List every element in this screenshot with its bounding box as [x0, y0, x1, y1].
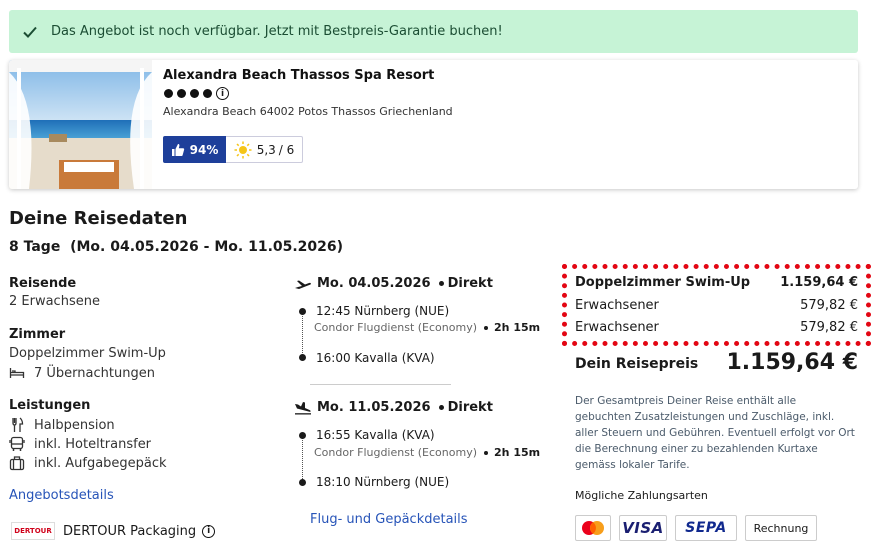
travel-duration: 8 Tage (Mo. 04.05.2026 - Mo. 11.05.2026)	[9, 239, 344, 255]
inbound-duration: 2h 15m	[484, 446, 540, 459]
price-note: Der Gesamtpreis Deiner Reise enthält all…	[575, 395, 855, 471]
hotel-card[interactable]: Alexandra Beach Thassos Spa Resort i Ale…	[9, 60, 858, 189]
outbound-timeline	[302, 313, 303, 359]
operator-name: DERTOUR Packaging	[63, 523, 197, 539]
price-person-label: Erwachsener	[575, 298, 659, 313]
hotel-image[interactable]	[9, 60, 152, 189]
service-meal: Halbpension	[34, 417, 115, 433]
services-label: Leistungen	[9, 398, 91, 413]
service-luggage: inkl. Aufgabegepäck	[34, 455, 167, 471]
inbound-departure: 16:55 Kavalla (KVA)	[316, 428, 435, 442]
travelers-label: Reisende	[9, 276, 77, 291]
service-item: inkl. Aufgabegepäck	[9, 455, 167, 471]
plane-departure-icon	[295, 280, 311, 289]
star-icon	[164, 89, 173, 98]
inbound-date: Mo. 11.05.2026	[317, 400, 431, 415]
timeline-dot	[299, 308, 306, 315]
mastercard-icon	[575, 515, 611, 541]
invoice-icon: Rechnung	[745, 515, 817, 541]
sepa-icon: SEPA	[675, 515, 737, 541]
luggage-icon	[9, 456, 25, 471]
score-badge[interactable]: 5,3 / 6	[226, 136, 303, 163]
sepa-label: SEPA	[685, 520, 727, 536]
price-person-label: Erwachsener	[575, 320, 659, 335]
total-price-label: Dein Reisepreis	[575, 356, 699, 372]
service-transfer: inkl. Hoteltransfer	[34, 436, 152, 452]
thumbs-up-icon	[171, 143, 184, 156]
info-icon[interactable]: i	[216, 87, 229, 100]
star-icon	[177, 89, 186, 98]
dertour-logo: DERTOUR	[11, 522, 55, 540]
info-icon[interactable]: i	[202, 524, 216, 538]
outbound-duration-value: 2h 15m	[494, 321, 541, 334]
visa-icon: VISA	[619, 515, 667, 541]
hotel-name[interactable]: Alexandra Beach Thassos Spa Resort	[163, 68, 434, 83]
inbound-flight-header: Mo. 11.05.2026 Direkt	[294, 400, 493, 415]
inbound-timeline	[302, 437, 303, 483]
flight-luggage-details-link[interactable]: Flug- und Gepäckdetails	[310, 512, 468, 527]
service-item: Halbpension	[9, 417, 115, 433]
inbound-duration-value: 2h 15m	[494, 446, 541, 459]
invoice-label: Rechnung	[753, 521, 809, 535]
outbound-arrival: 16:00 Kavalla (KVA)	[316, 351, 435, 365]
nights-value: 7 Übernachtungen	[34, 365, 155, 381]
outbound-departure: 12:45 Nürnberg (NUE)	[316, 304, 450, 318]
star-icon	[190, 89, 199, 98]
plane-arrival-icon	[295, 401, 311, 414]
travelers-value: 2 Erwachsene	[9, 294, 100, 309]
payment-methods: VISA SEPA Rechnung	[575, 515, 817, 541]
price-room-total: 1.159,64 €	[780, 275, 858, 290]
banner-text: Das Angebot ist noch verfügbar. Jetzt mi…	[51, 24, 503, 39]
total-price: 1.159,64 €	[726, 350, 858, 375]
outbound-airline: Condor Flugdienst (Economy)	[314, 321, 478, 334]
tour-operator: DERTOUR DERTOUR Packaging i	[11, 522, 216, 540]
outbound-flight-header: Mo. 04.05.2026 Direkt	[294, 276, 493, 291]
payment-methods-label: Mögliche Zahlungsarten	[575, 489, 708, 502]
price-person-amount: 579,82 €	[800, 298, 858, 313]
hotel-ratings[interactable]: 94% 5,3 / 6	[163, 136, 303, 163]
nights-row: 7 Übernachtungen	[9, 365, 155, 381]
flight-divider	[310, 384, 451, 385]
visa-label: VISA	[622, 519, 664, 537]
price-person-amount: 579,82 €	[800, 320, 858, 335]
outbound-type: Direkt	[447, 276, 493, 291]
cutlery-icon	[12, 417, 24, 432]
timeline-dot	[299, 354, 306, 361]
room-value: Doppelzimmer Swim-Up	[9, 346, 166, 361]
hotel-address: Alexandra Beach 64002 Potos Thassos Grie…	[163, 105, 453, 118]
service-item: inkl. Hoteltransfer	[9, 436, 151, 452]
travel-details-title: Deine Reisedaten	[9, 208, 188, 229]
inbound-airline: Condor Flugdienst (Economy)	[314, 446, 478, 459]
availability-banner: Das Angebot ist noch verfügbar. Jetzt mi…	[9, 10, 858, 53]
bus-icon	[9, 436, 25, 451]
outbound-duration: 2h 15m	[484, 321, 540, 334]
bed-icon	[9, 368, 25, 378]
star-icon	[203, 89, 212, 98]
inbound-type: Direkt	[447, 400, 493, 415]
timeline-dot	[299, 432, 306, 439]
price-room-label: Doppelzimmer Swim-Up	[575, 275, 751, 290]
hotel-stars: i	[164, 87, 229, 100]
inbound-arrival: 18:10 Nürnberg (NUE)	[316, 475, 450, 489]
score-value: 5,3	[256, 142, 276, 157]
check-icon	[23, 26, 37, 38]
room-label: Zimmer	[9, 327, 66, 342]
score-max: / 6	[278, 142, 295, 157]
sun-icon	[234, 141, 252, 158]
offer-details-link[interactable]: Angebotsdetails	[9, 488, 114, 503]
recommendation-badge[interactable]: 94%	[163, 136, 226, 163]
timeline-dot	[299, 479, 306, 486]
recommendation-value: 94%	[189, 142, 219, 157]
outbound-date: Mo. 04.05.2026	[317, 276, 431, 291]
